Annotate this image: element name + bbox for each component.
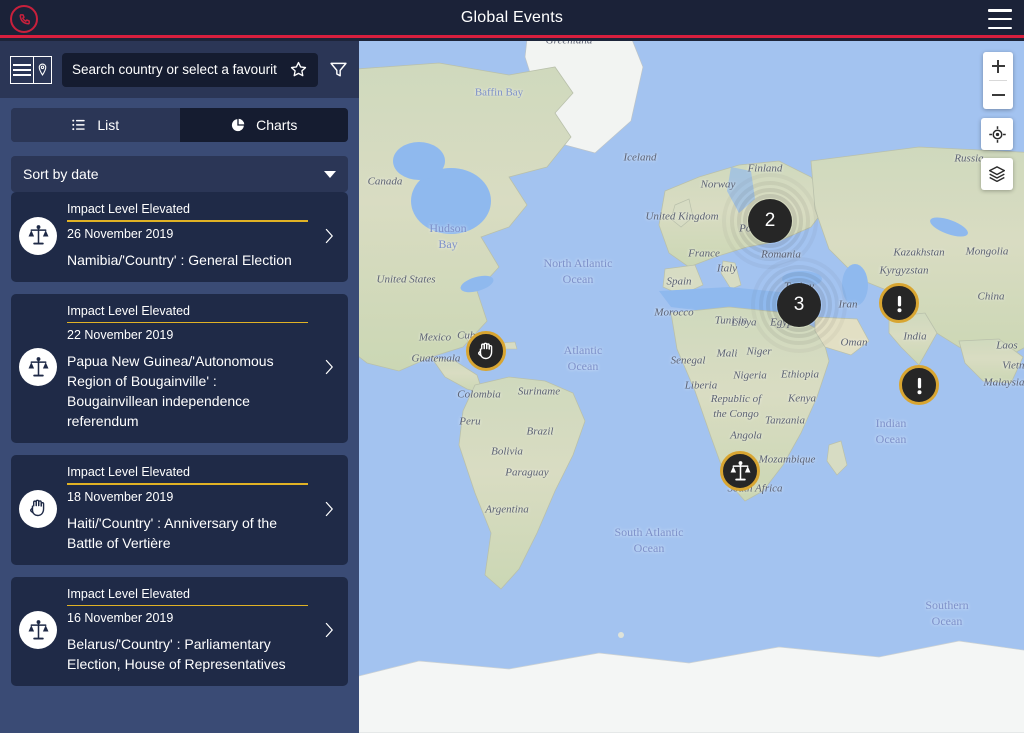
scales-of-justice-icon	[720, 451, 760, 491]
scales-of-justice-icon	[19, 216, 57, 255]
chevron-right-icon[interactable]	[318, 496, 340, 522]
event-title: Haiti/'Country' : Anniversary of the Bat…	[67, 514, 277, 551]
star-outline-icon[interactable]	[289, 60, 308, 79]
scales-of-justice-icon	[19, 611, 57, 650]
event-date: 26 November 2019	[67, 226, 174, 241]
crosshair-target-icon	[988, 125, 1006, 143]
raised-fist-icon	[19, 489, 57, 528]
event-date: 22 November 2019	[67, 328, 174, 342]
search-input-value: Search country or select a favourit	[72, 62, 277, 77]
chevron-right-icon[interactable]	[318, 617, 340, 643]
event-title: Papua New Guinea/'Autonomous Region of B…	[67, 353, 274, 429]
tab-list[interactable]: List	[11, 108, 180, 142]
phone-circle-icon[interactable]	[10, 5, 38, 33]
chevron-right-icon[interactable]	[318, 223, 340, 249]
scales-of-justice-icon	[19, 348, 57, 387]
map-cluster-marker[interactable]: 3	[751, 257, 847, 353]
zoom-out-button[interactable]	[983, 81, 1013, 109]
funnel-filter-icon[interactable]	[328, 59, 349, 80]
impact-level-label: Impact Level Elevated	[67, 202, 190, 216]
impact-level-label: Impact Level Elevated	[67, 465, 190, 479]
map-layers-button[interactable]	[981, 158, 1013, 190]
tab-list-label: List	[97, 117, 120, 133]
chevron-down-icon	[324, 170, 336, 178]
tab-charts[interactable]: Charts	[179, 108, 348, 142]
pie-chart-icon	[232, 118, 245, 132]
event-title: Namibia/'Country' : General Election	[67, 251, 292, 268]
map-canvas[interactable]: GreenlandBaffin BayIcelandCanadaHudsonBa…	[359, 41, 1024, 733]
event-card-body: Impact Level Elevated 18 November 2019 Hai…	[67, 465, 308, 553]
view-tabs: List Charts	[11, 108, 348, 142]
list-lines-icon	[11, 56, 35, 83]
app-root: Global Events Search country or select a…	[0, 0, 1024, 733]
event-card[interactable]: Impact Level Elevated 26 November 2019 Nam…	[11, 192, 348, 282]
map-cluster-marker[interactable]: 2	[722, 173, 818, 269]
page-title: Global Events	[460, 8, 564, 26]
event-date: 16 November 2019	[67, 611, 174, 625]
top-app-bar: Global Events	[0, 0, 1024, 38]
cluster-disc: 3	[777, 283, 821, 327]
tab-charts-label: Charts	[256, 117, 298, 133]
chevron-right-icon[interactable]	[318, 354, 340, 380]
event-card[interactable]: Impact Level Elevated 18 November 2019 Hai…	[11, 455, 348, 565]
cluster-count: 2	[764, 210, 776, 231]
map-pin-icon	[34, 57, 51, 83]
event-list[interactable]: Impact Level Elevated 26 November 2019 Nam…	[0, 192, 359, 733]
sort-dropdown[interactable]: Sort by date	[11, 156, 348, 192]
event-title: Belarus/'Country' : Parliamentary Electi…	[67, 636, 286, 672]
exclamation-icon	[879, 283, 919, 323]
map-event-marker[interactable]	[899, 365, 939, 405]
map-event-marker[interactable]	[879, 283, 919, 323]
layers-stack-icon	[988, 166, 1006, 183]
locate-me-button[interactable]	[981, 118, 1013, 150]
list-map-toggle-icon[interactable]	[10, 55, 52, 84]
divider	[67, 604, 308, 606]
search-toolbar: Search country or select a favourit	[0, 41, 359, 98]
cluster-disc: 2	[748, 199, 792, 243]
map-event-marker[interactable]	[720, 451, 760, 491]
event-card[interactable]: Impact Level Elevated 16 November 2019 Bel…	[11, 576, 348, 686]
exclamation-icon	[899, 365, 939, 405]
raised-fist-icon	[466, 331, 506, 371]
sort-dropdown-label: Sort by date	[23, 166, 99, 182]
zoom-in-button[interactable]	[983, 52, 1013, 80]
impact-level-label: Impact Level Elevated	[67, 586, 190, 601]
map-zoom-controls	[983, 52, 1013, 109]
event-card-body: Impact Level Elevated 16 November 2019 Bel…	[67, 587, 308, 675]
event-card-body: Impact Level Elevated 22 November 2019 Pap…	[67, 304, 308, 432]
divider	[67, 321, 308, 323]
map-event-marker[interactable]	[466, 331, 506, 371]
search-input[interactable]: Search country or select a favourit	[62, 52, 318, 87]
divider	[67, 220, 308, 222]
impact-level-label: Impact Level Elevated	[67, 303, 190, 318]
sidebar-panel: Search country or select a favourit List	[0, 41, 359, 733]
list-icon	[72, 119, 86, 131]
hamburger-menu-icon[interactable]	[988, 9, 1012, 29]
cluster-count: 3	[793, 294, 805, 315]
event-card[interactable]: Impact Level Elevated 22 November 2019 Pap…	[11, 293, 348, 443]
event-card-body: Impact Level Elevated 26 November 2019 Nam…	[67, 202, 308, 270]
divider	[67, 483, 308, 485]
event-date: 18 November 2019	[67, 489, 174, 504]
